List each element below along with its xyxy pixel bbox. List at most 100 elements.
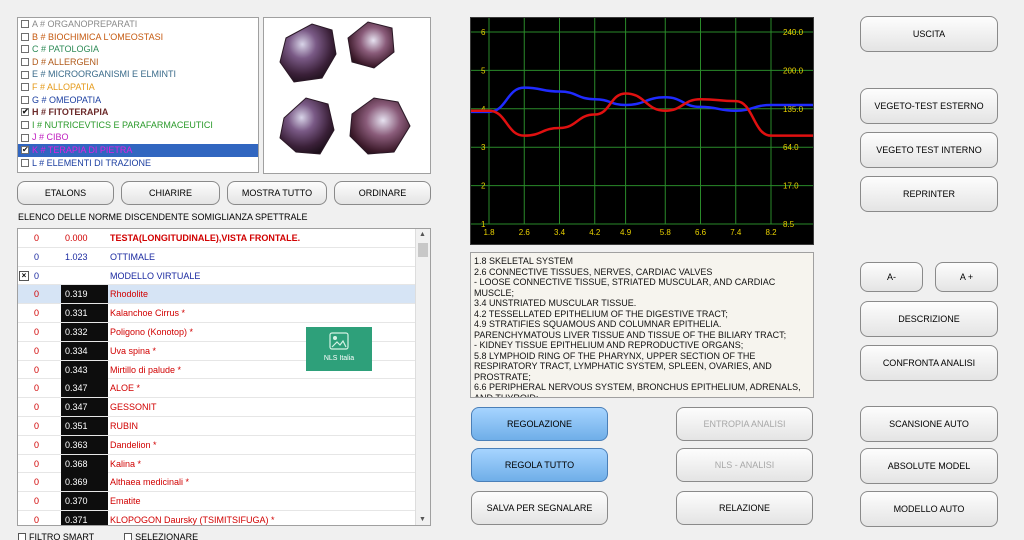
category-checkbox[interactable] [21,20,29,29]
category-list[interactable]: A # ORGANOPREPARATI B # BIOCHIMICA L'OMEO… [17,17,259,173]
category-checkbox[interactable] [21,70,29,79]
category-label: H # FITOTERAPIA [32,107,109,118]
row-flag: 0 [34,289,40,300]
right-tick-label: 17.0 [783,182,799,191]
x-tick-label: 5.8 [660,228,672,237]
relazione-button[interactable]: RELAZIONE [676,491,813,525]
left-tick-label: 2 [481,182,486,191]
category-item[interactable]: F # ALLOPATIA [18,81,258,94]
category-item[interactable]: C # PATOLOGIA [18,43,258,56]
row-flag: 0 [34,402,40,413]
category-item[interactable]: D # ALLERGENI [18,56,258,69]
selezionare-checkbox[interactable]: SELEZIONARE [124,532,198,540]
salva-per-segnalare-button[interactable]: SALVA PER SEGNALARE [471,491,608,525]
regola-tutto-button[interactable]: REGOLA TUTTO [471,448,608,482]
right-tick-label: 200.0 [783,66,804,75]
category-checkbox[interactable] [21,32,29,41]
results-scrollbar[interactable]: ▲ ▼ [415,229,430,525]
category-label: K # TERAPIA DI PIETRA [32,144,133,155]
category-checkbox[interactable] [21,133,29,142]
table-row[interactable]: 0 0.369 Althaea medicinali * [18,473,415,493]
vegeto-test-esterno-button[interactable]: VEGETO-TEST ESTERNO [860,88,998,124]
table-row[interactable]: × 0 MODELLO VIRTUALE [18,267,415,286]
entropia-analisi-button[interactable]: ENTROPIA ANALISI [676,407,813,441]
row-checkbox[interactable]: × [19,270,29,281]
row-name: OTTIMALE [110,251,156,262]
etalons-button[interactable]: ETALONS [17,181,114,205]
row-value: 0.371 [61,511,108,525]
category-item[interactable]: J # CIBO [18,131,258,144]
row-value: 0.347 [61,379,108,398]
table-row[interactable]: 0 0.368 Kalina * [18,454,415,474]
category-label: L # ELEMENTI DI TRAZIONE [32,157,152,168]
description-line: 4.9 STRATIFIES SQUAMOUS AND COLUMNAR EPI… [474,319,787,340]
table-row[interactable]: 0 0.371 KLOPOGON Daursky (TSIMITSIFUGA) * [18,511,415,525]
row-value: 0.331 [61,304,108,323]
mostra-tutto-button[interactable]: MOSTRA TUTTO [227,181,327,205]
modello-auto-button[interactable]: MODELLO AUTO [860,491,998,527]
row-name: Rhodolite [110,289,149,300]
filtro-smart-box[interactable] [18,533,26,540]
category-checkbox[interactable] [21,58,29,67]
vegeto-test-interno-button[interactable]: VEGETO TEST INTERNO [860,132,998,168]
uscita-button[interactable]: USCITA [860,16,998,52]
absolute-model-button[interactable]: ABSOLUTE MODEL [860,448,998,484]
row-value: 0.370 [61,492,108,511]
row-value: 0.000 [65,233,88,243]
table-row[interactable]: 0 0.351 RUBIN [18,417,415,436]
confronta-analisi-button[interactable]: CONFRONTA ANALISI [860,345,998,381]
filtro-smart-checkbox[interactable]: FILTRO SMART [18,532,94,540]
chiarire-button[interactable]: CHIARIRE [121,181,220,205]
x-tick-label: 8.2 [765,228,777,237]
category-item[interactable]: E # MICROORGANISMI E ELMINTI [18,68,258,81]
row-name: Althaea medicinali * [110,477,190,488]
chart-canvas: 654321240.0200.0135.064.017.08.51.8 2.6 3.… [470,18,813,237]
stone-image [279,21,411,155]
category-label: E # MICROORGANISMI E ELMINTI [32,69,177,80]
category-checkbox[interactable] [21,121,29,130]
table-row[interactable]: 0 1.023 OTTIMALE [18,248,415,267]
nls-analisi-button[interactable]: NLS - ANALISI [676,448,813,482]
row-flag: 0 [34,251,40,262]
category-checkbox[interactable] [21,83,29,92]
nls-logo-text: NLS Italia [323,355,355,362]
font-decrease-button[interactable]: A- [860,262,923,292]
description-line: 2.6 CONNECTIVE TISSUES, NERVES, CARDIAC … [474,266,713,277]
table-row[interactable]: 0 0.319 Rhodolite [18,285,415,305]
results-table[interactable]: 0 0.000 TESTA(LONGITUDINALE),VISTA FRONTAL… [17,228,431,526]
category-checkbox[interactable] [21,95,29,104]
scroll-up-icon[interactable]: ▲ [419,231,426,238]
category-label: G # OMEOPATIA [32,94,102,105]
category-item[interactable]: K # TERAPIA DI PIETRA [18,143,258,157]
scansione-auto-button[interactable]: SCANSIONE AUTO [860,406,998,442]
category-checkbox[interactable] [21,158,29,167]
table-row[interactable]: 0 0.370 Ematite [18,492,415,511]
category-item[interactable]: I # NUTRICEVTICS E PARAFARMACEUTICI [18,119,258,132]
category-checkbox[interactable] [21,106,29,119]
row-flag: 0 [34,364,40,375]
font-increase-button[interactable]: A + [935,262,998,292]
category-item[interactable]: A # ORGANOPREPARATI [18,18,258,31]
category-checkbox[interactable] [21,45,29,54]
category-item[interactable]: L # ELEMENTI DI TRAZIONE [18,157,258,170]
ordinare-button[interactable]: ORDINARE [334,181,431,205]
scroll-thumb[interactable] [418,243,428,257]
table-row[interactable]: 0 0.000 TESTA(LONGITUDINALE),VISTA FRONTAL… [18,229,415,248]
scroll-down-icon[interactable]: ▼ [419,516,426,523]
regolazione-button[interactable]: REGOLAZIONE [471,407,608,441]
stone-image-panel [263,17,431,174]
row-flag: 0 [34,515,40,525]
category-item[interactable]: G # OMEOPATIA [18,94,258,107]
reprinter-button[interactable]: REPRINTER [860,176,998,212]
descrizione-button[interactable]: DESCRIZIONE [860,301,998,337]
table-row[interactable]: 0 0.363 Dandelion * [18,435,415,455]
category-item[interactable]: H # FITOTERAPIA [18,106,258,119]
category-checkbox[interactable] [21,144,29,157]
table-row[interactable]: 0 0.347 ALOE * [18,379,415,399]
row-flag: 0 [34,477,40,488]
table-row[interactable]: 0 0.347 GESSONIT [18,398,415,417]
category-item[interactable]: B # BIOCHIMICA L'OMEOSTASI [18,31,258,44]
row-value [61,267,108,285]
table-row[interactable]: 0 0.331 Kalanchoe Cirrus * [18,304,415,323]
selezionare-box[interactable] [124,533,133,540]
